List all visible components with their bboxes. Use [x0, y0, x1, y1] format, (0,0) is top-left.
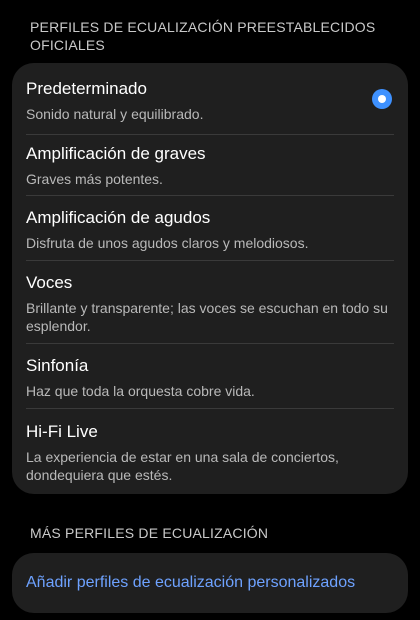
divider [26, 260, 394, 261]
preset-subtitle: Graves más potentes. [26, 171, 163, 187]
preset-title: Hi-Fi Live [26, 422, 98, 441]
preset-subtitle: Brillante y transparente; las voces se e… [26, 300, 388, 334]
section-header-official-presets: PERFILES DE ECUALIZACIÓN PREESTABLECIDOS… [30, 19, 376, 53]
preset-subtitle: La experiencia de estar en una sala de c… [26, 449, 339, 483]
preset-title: Amplificación de agudos [26, 208, 211, 227]
divider [26, 408, 394, 409]
preset-item-predeterminado[interactable]: Predeterminado Sonido natural y equilibr… [26, 78, 394, 126]
divider [26, 134, 394, 135]
preset-subtitle: Disfruta de unos agudos claros y melodio… [26, 235, 309, 251]
preset-item-voces[interactable]: Voces Brillante y transparente; las voce… [26, 272, 394, 338]
divider [26, 343, 394, 344]
section-header-more-presets: MÁS PERFILES DE ECUALIZACIÓN [30, 525, 269, 541]
preset-list-card: Predeterminado Sonido natural y equilibr… [12, 63, 408, 494]
radio-selected-icon[interactable] [372, 89, 392, 109]
preset-item-sinfonia[interactable]: Sinfonía Haz que toda la orquesta cobre … [26, 355, 394, 403]
preset-subtitle: Sonido natural y equilibrado. [26, 106, 204, 122]
preset-subtitle: Haz que toda la orquesta cobre vida. [26, 383, 255, 399]
preset-item-amplificacion-graves[interactable]: Amplificación de graves Graves más poten… [26, 143, 394, 191]
more-presets-card: Añadir perfiles de ecualización personal… [12, 553, 408, 613]
preset-item-hifi-live[interactable]: Hi-Fi Live La experiencia de estar en un… [26, 421, 394, 487]
preset-title: Predeterminado [26, 79, 147, 98]
preset-title: Amplificación de graves [26, 144, 206, 163]
preset-title: Voces [26, 273, 73, 292]
divider [26, 195, 394, 196]
preset-title: Sinfonía [26, 356, 89, 375]
preset-item-amplificacion-agudos[interactable]: Amplificación de agudos Disfruta de unos… [26, 207, 394, 255]
add-custom-eq-link[interactable]: Añadir perfiles de ecualización personal… [26, 572, 355, 594]
